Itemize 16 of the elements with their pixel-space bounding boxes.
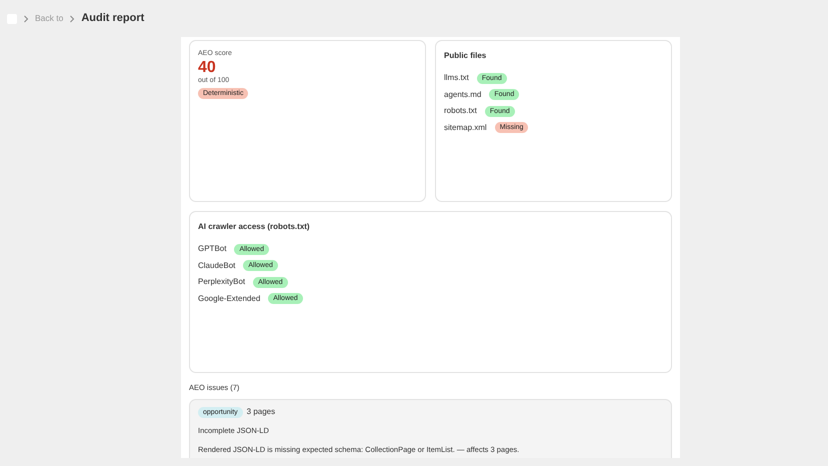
item-name: ClaudeBot — [198, 260, 236, 272]
item-name: agents.md — [444, 88, 482, 101]
chevron-icon — [23, 14, 29, 22]
page-count: 3 pages — [246, 406, 276, 418]
item-name: Google-Extended — [198, 292, 260, 305]
back-link[interactable]: Back to — [35, 12, 64, 25]
item-name: sitemap.xml — [444, 122, 487, 134]
chevron-icon — [69, 14, 76, 22]
item-name: robots.txt — [444, 105, 477, 118]
page-title: Audit report — [81, 11, 144, 26]
item-name: llms.txt — [444, 72, 469, 84]
card-title: AI crawler access (robots.txt) — [198, 221, 311, 233]
item-name: GPTBot — [198, 243, 226, 256]
score-value: 40 — [198, 60, 217, 76]
item-name: PerplexityBot — [198, 276, 246, 288]
card-title: Public files — [444, 50, 488, 62]
